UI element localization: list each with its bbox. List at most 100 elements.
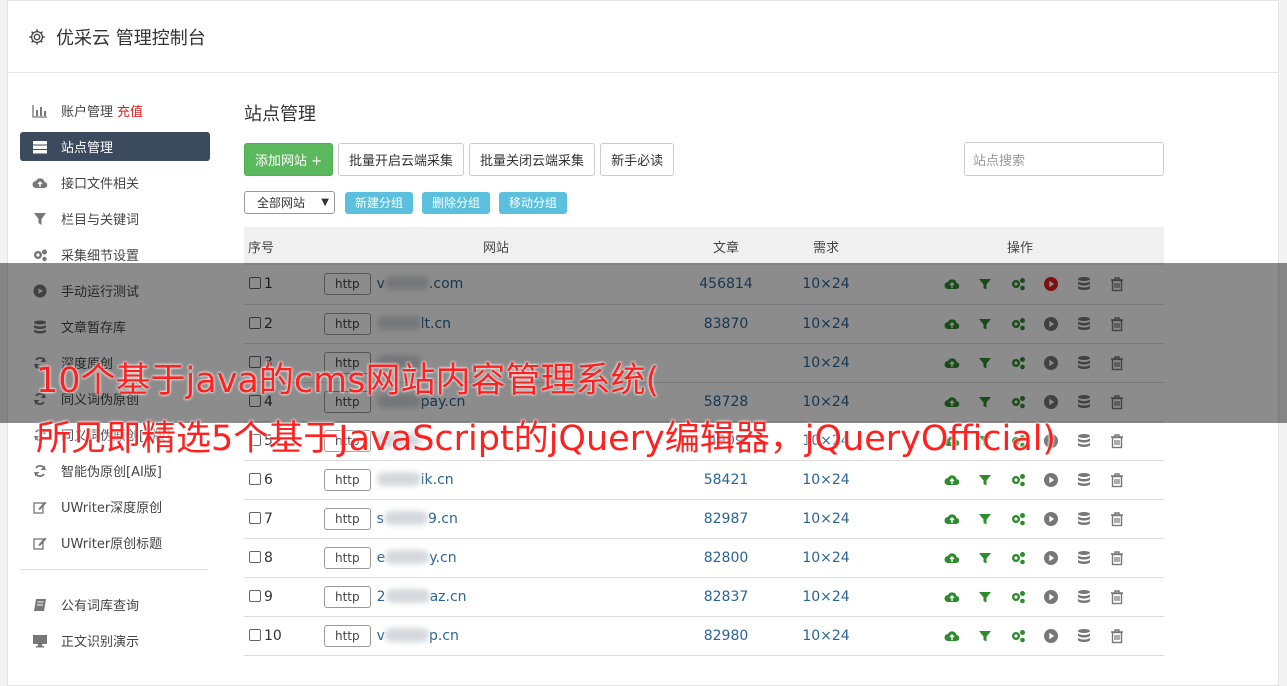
need-link[interactable]: 10×24 xyxy=(776,499,876,538)
article-count-link[interactable]: 82987 xyxy=(676,499,776,538)
new-group-button[interactable]: 新建分组 xyxy=(345,191,414,214)
sidebar-item-label: 采集细节设置 xyxy=(61,249,140,264)
cloud-upload-icon[interactable] xyxy=(944,589,960,605)
ops-cell xyxy=(876,616,1164,655)
need-link[interactable]: 10×24 xyxy=(776,538,876,577)
site-url-link[interactable]: v p.cn xyxy=(377,627,459,644)
add-site-button[interactable]: 添加网站 + xyxy=(244,142,334,176)
sidebar-item-11[interactable]: UWriter深度原创 xyxy=(20,492,210,521)
move-group-button[interactable]: 移动分组 xyxy=(499,191,568,214)
need-link[interactable]: 10×24 xyxy=(776,460,876,499)
sidebar-item-12[interactable]: UWriter原创标题 xyxy=(20,528,210,557)
http-badge: http xyxy=(324,585,371,608)
play-icon[interactable] xyxy=(1043,550,1059,566)
sidebar-item-bottom-0[interactable]: 公有词库查询 xyxy=(20,590,210,619)
site-url-prefix: 2 xyxy=(376,588,386,605)
recharge-link[interactable]: 充值 xyxy=(117,101,143,120)
site-url-link[interactable]: ik.cn xyxy=(376,471,454,488)
delete-group-button[interactable]: 删除分组 xyxy=(422,191,491,214)
article-count-link[interactable]: 82980 xyxy=(676,616,776,655)
beginner-guide-button[interactable]: 新手必读 xyxy=(600,142,675,176)
gears-icon[interactable] xyxy=(1010,550,1026,566)
site-url-suffix: 9.cn xyxy=(427,510,458,527)
article-count-link[interactable]: 82837 xyxy=(676,577,776,616)
database-icon[interactable] xyxy=(1076,433,1092,449)
trash-icon[interactable] xyxy=(1109,511,1125,527)
cloud-upload-icon[interactable] xyxy=(944,511,960,527)
sidebar-item-3[interactable]: 栏目与关键词 xyxy=(20,204,210,233)
site-url-link[interactable]: 2 az.cn xyxy=(376,588,467,605)
play-icon[interactable] xyxy=(1043,628,1059,644)
filter-icon[interactable] xyxy=(977,472,993,488)
trash-icon[interactable] xyxy=(1109,628,1125,644)
row-checkbox[interactable] xyxy=(249,628,261,641)
site-cell: http 2 az.cn xyxy=(316,577,676,616)
cloud-upload-icon[interactable] xyxy=(944,550,960,566)
database-icon[interactable] xyxy=(1076,628,1092,644)
row-checkbox[interactable] xyxy=(249,472,261,485)
redacted-domain xyxy=(383,510,428,525)
need-link[interactable]: 10×24 xyxy=(776,577,876,616)
gears-icon[interactable] xyxy=(1010,472,1026,488)
sidebar-item-label: 正文识别演示 xyxy=(61,635,140,650)
gear-icon xyxy=(29,28,45,45)
gears-icon[interactable] xyxy=(1010,589,1026,605)
row-checkbox[interactable] xyxy=(249,550,261,563)
article-count-link[interactable]: 58421 xyxy=(676,460,776,499)
monitor-icon xyxy=(31,633,49,649)
cloud-upload-icon[interactable] xyxy=(944,472,960,488)
trash-icon[interactable] xyxy=(1109,433,1125,449)
http-badge: http xyxy=(324,546,371,569)
batch-close-cloud-button[interactable]: 批量关闭云端采集 xyxy=(469,142,596,176)
site-url-prefix: e xyxy=(376,549,386,566)
site-url-suffix: az.cn xyxy=(429,588,467,605)
site-cell: http ik.cn xyxy=(316,460,676,499)
redacted-domain xyxy=(385,549,430,564)
filter-icon[interactable] xyxy=(977,628,993,644)
site-url-link[interactable]: s 9.cn xyxy=(377,510,458,527)
group-select[interactable]: 全部网站 ▼ xyxy=(244,191,335,214)
database-icon[interactable] xyxy=(1076,511,1092,527)
database-icon[interactable] xyxy=(1076,550,1092,566)
row-number-cell: 7 xyxy=(244,499,316,538)
sidebar-item-label: 站点管理 xyxy=(61,141,114,156)
play-icon[interactable] xyxy=(1043,472,1059,488)
header-no: 序号 xyxy=(248,240,275,256)
cloud-upload-icon[interactable] xyxy=(944,628,960,644)
sidebar-item-bottom-1[interactable]: 正文识别演示 xyxy=(20,626,210,655)
batch-open-cloud-button[interactable]: 批量开启云端采集 xyxy=(338,142,465,176)
filter-icon[interactable] xyxy=(977,511,993,527)
play-icon[interactable] xyxy=(1043,589,1059,605)
filter-icon[interactable] xyxy=(977,550,993,566)
trash-icon[interactable] xyxy=(1109,550,1125,566)
database-icon[interactable] xyxy=(1076,472,1092,488)
server-icon xyxy=(31,139,49,155)
sidebar-item-0[interactable]: 账户管理 充值 xyxy=(20,96,210,125)
bar-chart-icon xyxy=(31,103,49,119)
row-number: 10 xyxy=(264,627,282,644)
ops-cell xyxy=(876,499,1164,538)
http-badge: http xyxy=(324,507,371,530)
trash-icon[interactable] xyxy=(1109,589,1125,605)
sidebar-divider xyxy=(20,569,208,570)
site-search-input[interactable]: 站点搜索 xyxy=(964,142,1164,176)
row-number-cell: 10 xyxy=(244,616,316,655)
gears-icon[interactable] xyxy=(1010,628,1026,644)
article-count-link[interactable]: 82800 xyxy=(676,538,776,577)
http-badge: http xyxy=(324,624,371,647)
gears-icon[interactable] xyxy=(1010,511,1026,527)
site-url-suffix: p.cn xyxy=(428,627,459,644)
row-number: 8 xyxy=(264,549,273,566)
redacted-domain xyxy=(376,471,421,486)
sidebar-item-1[interactable]: 站点管理 xyxy=(20,132,210,161)
need-link[interactable]: 10×24 xyxy=(776,616,876,655)
row-checkbox[interactable] xyxy=(249,589,261,602)
row-checkbox[interactable] xyxy=(249,511,261,524)
sidebar-item-2[interactable]: 接口文件相关 xyxy=(20,168,210,197)
sidebar-item-label: 账户管理 xyxy=(61,105,114,120)
site-url-link[interactable]: e y.cn xyxy=(376,549,457,566)
database-icon[interactable] xyxy=(1076,589,1092,605)
play-icon[interactable] xyxy=(1043,511,1059,527)
trash-icon[interactable] xyxy=(1109,472,1125,488)
filter-icon[interactable] xyxy=(977,589,993,605)
